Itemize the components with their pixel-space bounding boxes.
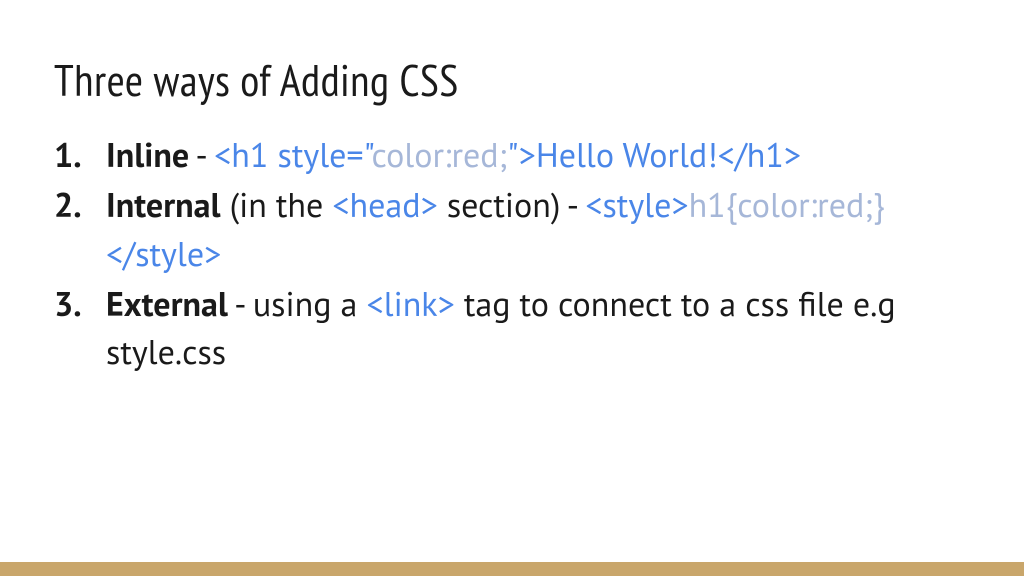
item-text: (in the [221,183,333,227]
code-link-tag: <link> [366,282,454,326]
item-text: section) - [438,183,586,227]
content-list: Inline - <h1 style="color:red;">Hello Wo… [54,131,970,376]
code-style-open: <style> [585,183,688,227]
code-style-close: </style> [106,232,221,276]
code-attr: color:red; [372,133,508,177]
item-label: Internal [106,183,221,227]
item-label: External [106,282,228,326]
slide: Three ways of Adding CSS Inline - <h1 st… [0,0,1024,376]
item-text: - using a [228,282,367,326]
code-head-tag: <head> [332,183,437,227]
code-tag-open: <h1 style=" [214,133,371,177]
code-style-body: h1{color:red;} [689,183,885,227]
slide-title: Three ways of Adding CSS [54,52,970,109]
accent-bar [0,562,1024,576]
item-label: Inline [106,133,189,177]
code-tag-close: ">Hello World!</h1> [507,133,801,177]
list-item-external: External - using a <link> tag to connect… [54,280,970,377]
list-item-internal: Internal (in the <head> section) - <styl… [54,181,970,278]
item-dash: - [189,133,214,177]
list-item-inline: Inline - <h1 style="color:red;">Hello Wo… [54,131,970,179]
